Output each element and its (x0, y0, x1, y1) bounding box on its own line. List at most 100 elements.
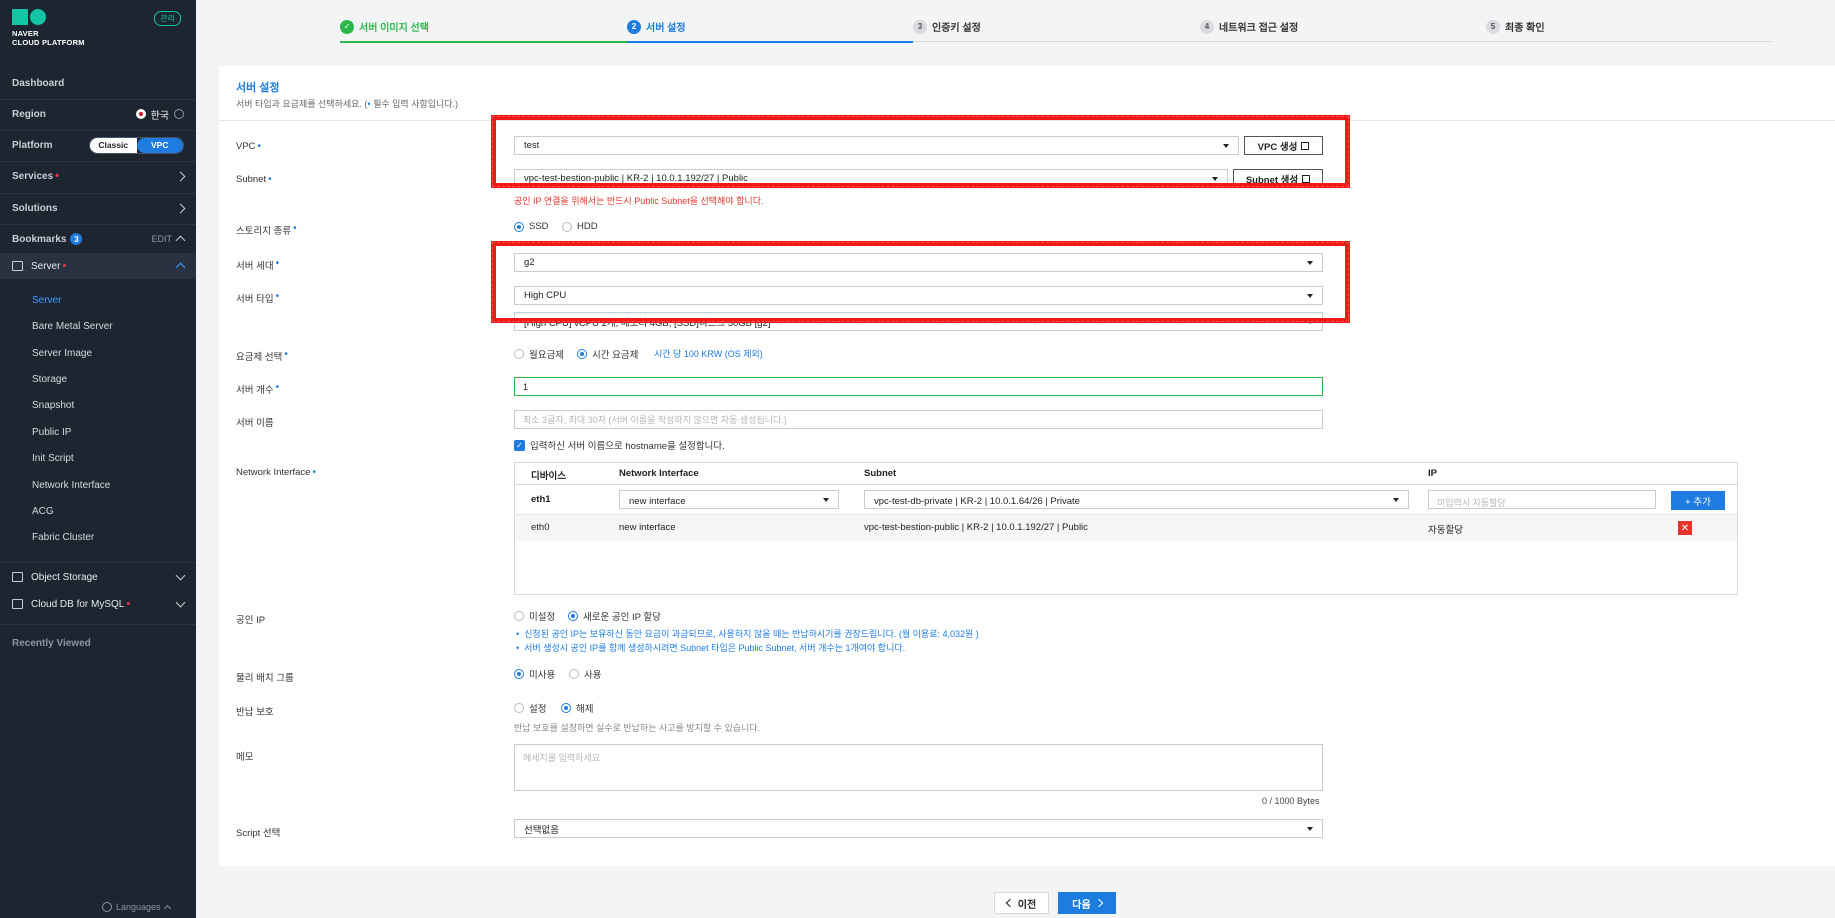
object-storage-icon (12, 572, 23, 582)
hostname-checkbox[interactable]: ✓ 입력하신 서버 이름으로 hostname을 설정합니다. (514, 438, 725, 452)
ni-ip-input[interactable]: 미입력시 자동할당 (1428, 490, 1656, 509)
sidebar-subitem-public-ip[interactable]: Public IP (32, 427, 71, 438)
network-interface-table: 디바이스 Network Interface Subnet IP eth1 ne… (514, 462, 1738, 595)
protection-off-radio[interactable]: 해제 (561, 701, 593, 715)
radio-unchecked (569, 669, 579, 679)
sidebar-subitem-snapshot[interactable]: Snapshot (32, 400, 74, 411)
sidebar-item-services[interactable]: Services • (0, 162, 196, 190)
column-header: Network Interface (619, 468, 699, 479)
prev-button[interactable]: 이전 (994, 892, 1049, 914)
ni-select[interactable]: new interface (619, 490, 839, 509)
radio-checked (514, 221, 524, 232)
placement-unused-radio[interactable]: 미사용 (514, 667, 555, 681)
card-description: 서버 타입과 요금제를 선택하세요. (• 필수 입력 사항입니다.) (236, 99, 459, 109)
checkbox-checked-icon: ✓ (514, 439, 525, 451)
table-row: eth0 new interface vpc-test-bestion-publ… (515, 515, 1737, 541)
database-icon (12, 599, 23, 609)
new-dot: • (62, 260, 67, 272)
step-network-access[interactable]: 4 네트워크 접근 설정 (1200, 19, 1298, 34)
chevron-right-icon (175, 203, 186, 213)
region-value[interactable]: 한국 (151, 107, 169, 122)
naver-cloud-logo[interactable]: NAVER CLOUD PLATFORM (12, 9, 85, 47)
step-final-confirm[interactable]: 5 최종 확인 (1486, 19, 1545, 34)
radio-unchecked (562, 221, 572, 232)
sidebar-item-region: Region 한국 (0, 100, 196, 128)
step-number: 4 (1200, 19, 1214, 34)
chevron-right-icon (175, 171, 186, 181)
public-ip-none-radio[interactable]: 미설정 (514, 609, 555, 623)
sidebar-subitem-bare-metal-server[interactable]: Bare Metal Server (32, 321, 113, 332)
sidebar-item-bookmarks[interactable]: Bookmarks 3 EDIT (0, 225, 196, 253)
gear-icon[interactable] (174, 109, 184, 119)
sidebar-item-label: Cloud DB for MySQL (31, 598, 125, 610)
public-ip-info-1: • 신청된 공인 IP는 보유하신 동안 요금이 과금되므로, 사용하지 않을 … (516, 629, 979, 639)
chevron-down-icon (175, 597, 186, 607)
subnet-warning: 공인 IP 연결을 위해서는 반드시 Public Subnet을 선택해야 합… (514, 196, 764, 206)
sidebar-subitem-server-image[interactable]: Server Image (32, 348, 92, 359)
management-badge[interactable]: 관리 (154, 11, 181, 26)
sidebar-item-label: Bookmarks (12, 233, 67, 245)
server-name-input[interactable]: 최소 3글자, 최대 30자 (서버 이름을 작성하지 않으면 자동 생성됩니다… (514, 410, 1323, 429)
new-dot: • (126, 598, 131, 610)
radio-unchecked (514, 703, 524, 713)
sidebar-item-object-storage[interactable]: Object Storage (0, 563, 196, 591)
sidebar-subitem-init-script[interactable]: Init Script (32, 453, 74, 464)
column-header: IP (1428, 468, 1437, 479)
server-count-input[interactable]: 1 (514, 377, 1323, 396)
radio-checked (577, 349, 587, 359)
step-label: 서버 설정 (646, 23, 686, 34)
sidebar-item-server-header[interactable]: Server • (0, 252, 196, 280)
step-number: 3 (913, 19, 927, 34)
vpc-label: VPC • (236, 141, 262, 152)
sidebar-subitem-acg[interactable]: ACG (32, 506, 54, 517)
storage-ssd-radio[interactable]: SSD (514, 221, 549, 232)
chevron-up-icon[interactable] (175, 235, 186, 246)
sidebar-subitem-network-interface[interactable]: Network Interface (32, 480, 110, 491)
device-name: eth0 (531, 522, 550, 533)
public-ip-new-radio[interactable]: 새로운 공인 IP 할당 (568, 609, 661, 623)
chevron-left-icon (1005, 898, 1015, 908)
termination-protection-label: 반납 보호 (236, 707, 274, 718)
sidebar-subitem-server[interactable]: Server (32, 295, 61, 306)
billing-monthly-radio[interactable]: 월요금제 (514, 347, 564, 361)
chevron-right-icon (1094, 898, 1103, 908)
platform-classic-option[interactable]: Classic (90, 137, 137, 153)
sidebar-item-cloud-db-mysql[interactable]: Cloud DB for MySQL • (0, 590, 196, 618)
memo-textarea[interactable]: 메세지를 입력하세요 (514, 744, 1323, 791)
platform-toggle[interactable]: Classic VPC (89, 136, 184, 154)
storage-hdd-radio[interactable]: HDD (562, 221, 598, 232)
protection-hint: 반납 보호를 설정하면 실수로 반납하는 사고를 방지할 수 있습니다. (514, 723, 761, 733)
languages-label: Languages (116, 902, 161, 912)
bookmarks-edit-link[interactable]: EDIT (151, 234, 172, 244)
sidebar-item-solutions[interactable]: Solutions (0, 194, 196, 222)
ni-subnet-select[interactable]: vpc-test-db-private | KR-2 | 10.0.1.64/2… (864, 490, 1409, 509)
placement-used-radio[interactable]: 사용 (569, 667, 601, 681)
radio-checked (561, 703, 571, 713)
protection-on-radio[interactable]: 설정 (514, 701, 546, 715)
script-select[interactable]: 선택없음 (514, 819, 1323, 838)
billing-hourly-radio[interactable]: 시간 요금제 (577, 347, 638, 361)
step-progress-done (340, 41, 627, 43)
ni-remove-button[interactable]: ✕ (1678, 521, 1692, 535)
languages-selector[interactable]: Languages (102, 902, 171, 913)
device-name: eth1 (531, 494, 551, 505)
sidebar-item-label: Recently Viewed (12, 637, 91, 649)
sidebar-subitem-storage[interactable]: Storage (32, 374, 67, 385)
step-label: 인증키 설정 (932, 23, 981, 34)
subnet-label: Subnet • (236, 174, 272, 185)
step-auth-key[interactable]: 3 인증키 설정 (913, 19, 981, 34)
next-button[interactable]: 다음 (1058, 892, 1116, 914)
step-server-image[interactable]: ✓ 서버 이미지 선택 (340, 19, 429, 34)
sidebar-item-dashboard[interactable]: Dashboard (0, 69, 196, 97)
sidebar-item-label: Region (12, 108, 46, 120)
billing-info: 시간 당 100 KRW (OS 제외) (654, 349, 763, 359)
sidebar-subitem-fabric-cluster[interactable]: Fabric Cluster (32, 532, 94, 543)
platform-vpc-option[interactable]: VPC (136, 137, 183, 153)
sidebar-item-label: Dashboard (12, 77, 65, 89)
sidebar-item-recently-viewed[interactable]: Recently Viewed (0, 629, 196, 657)
step-server-settings[interactable]: 2 서버 설정 (627, 19, 686, 34)
sidebar-item-label: Object Storage (31, 571, 98, 583)
step-number: 2 (627, 19, 641, 34)
ni-add-button[interactable]: + 추가 (1671, 491, 1725, 510)
logo-icon (12, 9, 85, 25)
